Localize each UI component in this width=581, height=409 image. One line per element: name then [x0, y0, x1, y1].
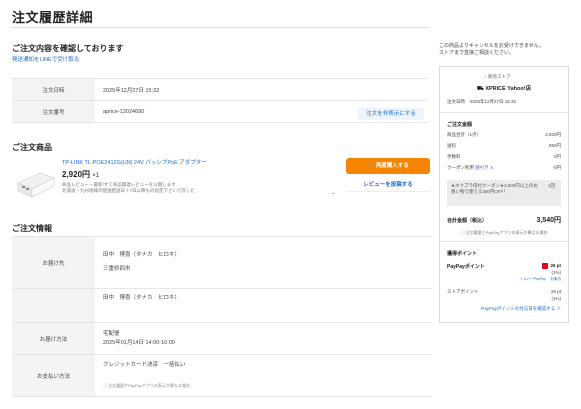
ship-label: お届け先: [12, 236, 95, 289]
side-order-date-value: 2025年12月27日 15:32: [470, 99, 517, 104]
page-title: 注文履歴詳細: [12, 10, 94, 25]
store-point-label: ストアポイント: [447, 289, 479, 294]
payment-note: ⓘ 注文履歴やPayPayアプリの表示が異なる場合: [103, 383, 190, 388]
title-divider: [12, 27, 428, 28]
coupon-value: -0円: [552, 165, 561, 170]
total-value: 3,540円: [536, 217, 561, 224]
hide-order-button[interactable]: 注文を非表示にする: [358, 108, 424, 120]
ship-address: 三重県四市: [103, 266, 131, 272]
store-point-rate-row: (1%): [447, 296, 561, 301]
points-link-row[interactable]: PayPayポイントの付与日を確認する ＞: [447, 306, 561, 312]
product-price: 2,920円 ×1: [62, 169, 99, 180]
product-section-title: ご注文商品: [12, 143, 52, 152]
store-point-rate: (1%): [551, 296, 561, 301]
fee-label: 手数料: [447, 154, 461, 159]
total-note: ⓘ 注文履歴とPayPayアプリの表示が異なる場合: [460, 230, 548, 235]
paypay-sub[interactable]: シルバーPayPay 対象内: [520, 277, 561, 282]
order-detail-table: お届け先 田中 博喜（タナカ ヒロキ） 三重県四市 田中 博喜（タナカ ヒロキ）…: [12, 236, 432, 397]
total-label: 合計金額（税込）: [447, 218, 488, 224]
subtotal-row: 商品合計（1点） 2,920円: [447, 132, 561, 138]
subtotal-value: 2,920円: [545, 132, 561, 137]
product-name-link[interactable]: TP-LINK TL-POE2412G(UN) 24V パッシブPoE アダプタ…: [62, 158, 207, 166]
total-note-text: 注文履歴とPayPayアプリの表示が異なる場合: [465, 230, 548, 235]
points-date-link[interactable]: PayPayポイントの付与日を確認する ＞: [481, 306, 561, 312]
paypay-sub-row[interactable]: シルバーPayPay 対象内: [447, 277, 561, 282]
post-review-button[interactable]: レビューを投稿する: [346, 178, 430, 192]
product-note: 商品レビュー・最新/すて商品関連レビューを公開します 北海道・九州地域の配送配送…: [62, 182, 282, 194]
payment-method: クレジットカード決済 一括払い: [103, 362, 186, 368]
payment-note-text: 注文履歴やPayPayアプリの表示が異なる場合: [108, 383, 190, 388]
coupon-label: クーポン利用: [447, 165, 474, 170]
line-notify-link[interactable]: 発送通知をLINEで受け取る: [12, 55, 79, 63]
order-date-value: 2025年12月27日 15:32: [95, 78, 428, 101]
cancel-note-line: この商品よりキャンセルをお受けできません。: [439, 43, 544, 49]
billing-name: 田中 博喜（タナカ ヒロキ）: [103, 295, 181, 301]
quantity: ×1: [92, 173, 100, 179]
subtotal-label: 商品合計（1点）: [447, 132, 482, 137]
price-value: 2,920円: [62, 170, 91, 179]
info-section-title: ご注文情報: [12, 224, 52, 233]
coupon-count: 1回: [547, 183, 555, 188]
billing-label: [12, 288, 95, 323]
store-tag: ⌂ 販売ストア: [484, 74, 510, 80]
fee-row: 手数料 0円: [447, 154, 561, 160]
order-summary-panel: ⌂ 販売ストア ⛟ XPRICE Yahoo!店 注文日時 2025年12月27日…: [439, 66, 569, 323]
paypay-rate-row: (1%): [447, 270, 561, 275]
cancel-note: この商品よりキャンセルをお受けできません。 ストアまで直接ご相談ください。: [439, 43, 579, 57]
chevron-down-icon[interactable]: ⌄: [331, 189, 336, 196]
coupon-detail: ★ネクプラ倍付クーポン★2,500円以上のお買い物で使える300円OFF！ 1回: [447, 180, 561, 206]
side-order-date: 注文日時 2025年12月27日 15:32: [447, 99, 561, 105]
payment-label: お支払い方法: [12, 354, 95, 397]
product-image[interactable]: [14, 161, 58, 205]
paypay-points-row: PayPayポイント 26 pt: [447, 263, 561, 270]
order-number-label: 注文番号: [12, 100, 95, 123]
coupon-desc: ★ネクプラ倍付クーポン★2,500円以上のお買い物で使える300円OFF！: [451, 183, 538, 194]
divider: [440, 112, 568, 113]
store-points-row: ストアポイント 26 pt: [447, 289, 561, 295]
coupon-toggle[interactable]: 値引き ∧: [475, 165, 493, 170]
cart-icon: 🛒: [367, 163, 375, 169]
status-heading: ご注文内容を確認しております: [12, 44, 124, 53]
order-date-label: 注文日時: [12, 78, 95, 101]
side-order-date-label: 注文日時: [447, 99, 465, 104]
shipping-label: 送料: [447, 143, 456, 148]
delivery-method: 宅配便: [103, 330, 120, 337]
shipping-row: 送料 850円: [447, 143, 561, 149]
store-name[interactable]: ⛟ XPRICE Yahoo!店: [440, 84, 568, 93]
paypay-value: 26 pt: [550, 263, 561, 269]
coupon-row: クーポン利用 値引き ∧ -0円: [447, 165, 561, 171]
store-tag-label: 販売ストア: [487, 74, 511, 79]
shipping-value: 850円: [548, 143, 561, 148]
store-name-label: XPRICE Yahoo!店: [485, 86, 532, 92]
buy-again-label: 再度購入する: [375, 163, 409, 169]
cancel-note-line: ストアまで直接ご相談ください。: [439, 50, 515, 56]
fee-value: 0円: [553, 154, 561, 159]
amount-title: ご注文金額: [447, 122, 473, 128]
product-note-line: 北海道・九州地域の配送配送日＋7日以降もの指定下さいで許した: [62, 188, 195, 193]
paypay-icon: [542, 263, 549, 269]
ship-name: 田中 博喜（タナカ ヒロキ）: [103, 252, 181, 258]
store-logo-icon: ⛟: [476, 86, 484, 92]
points-title: 獲得ポイント: [447, 251, 478, 257]
divider: [440, 241, 568, 242]
store-icon: ⌂: [484, 74, 487, 79]
store-point-value: 26 pt: [550, 289, 561, 294]
paypay-label: PayPayポイント: [447, 264, 485, 270]
paypay-rate: (1%): [551, 270, 561, 275]
delivery-date: 2025年01月14日 14:00-16:00: [103, 339, 175, 346]
total-row: 合計金額（税込） 3,540円: [447, 215, 561, 225]
delivery-label: お届け方法: [12, 322, 95, 355]
buy-again-button[interactable]: 🛒 再度購入する: [346, 158, 430, 174]
